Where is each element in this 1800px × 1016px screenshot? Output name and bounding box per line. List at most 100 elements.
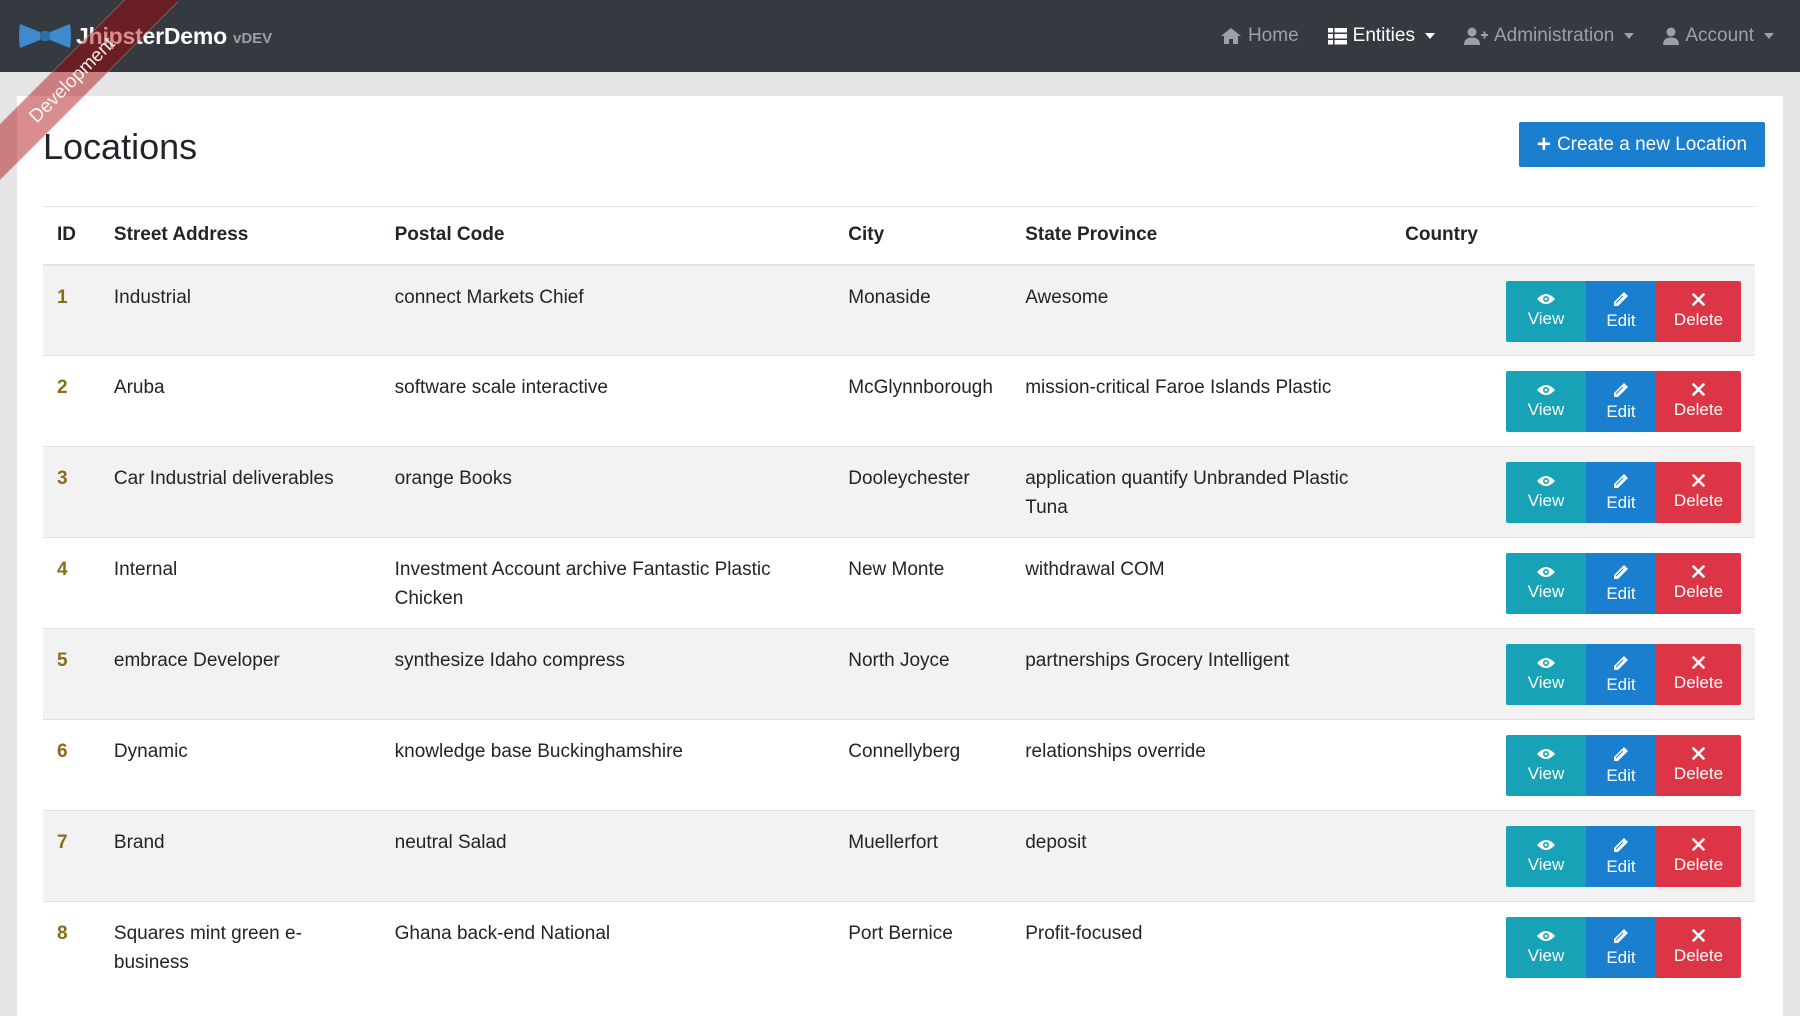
view-button-label: View — [1527, 399, 1565, 419]
nav-entities[interactable]: Entities — [1327, 25, 1435, 47]
cell-country — [1391, 628, 1492, 720]
location-id-link[interactable]: 3 — [43, 446, 100, 538]
action-button-group: View Edit Delete — [1506, 553, 1741, 614]
cell-postal-code: orange Books — [380, 446, 835, 538]
pencil-icon — [1614, 746, 1628, 761]
edit-button[interactable]: Edit — [1586, 462, 1656, 523]
cell-state-province: Profit-focused — [1011, 901, 1392, 993]
cell-city: New Monte — [834, 537, 1012, 629]
edit-button[interactable]: Edit — [1586, 644, 1656, 705]
header-id[interactable]: ID — [43, 206, 100, 266]
edit-button[interactable]: Edit — [1586, 371, 1656, 432]
cell-postal-code: synthesize Idaho compress — [380, 628, 835, 720]
delete-button[interactable]: Delete — [1656, 462, 1741, 523]
cell-actions: View Edit Delete — [1492, 537, 1755, 629]
chevron-down-icon — [1624, 33, 1635, 39]
pencil-icon — [1614, 928, 1628, 943]
cell-street-address: embrace Developer — [99, 628, 381, 720]
view-button[interactable]: View — [1506, 280, 1586, 342]
chevron-down-icon — [1424, 33, 1435, 39]
view-button[interactable]: View — [1506, 826, 1586, 887]
nav-account-label: Account — [1685, 25, 1754, 46]
location-id-link[interactable]: 8 — [43, 901, 100, 993]
header-country[interactable]: Country — [1391, 206, 1492, 266]
edit-button[interactable]: Edit — [1586, 826, 1656, 887]
view-button[interactable]: View — [1506, 735, 1586, 796]
delete-button[interactable]: Delete — [1656, 280, 1741, 342]
delete-button[interactable]: Delete — [1656, 644, 1741, 705]
view-button[interactable]: View — [1506, 553, 1586, 614]
view-button[interactable]: View — [1506, 371, 1586, 432]
view-button[interactable]: View — [1506, 462, 1586, 523]
action-button-group: View Edit Delete — [1506, 917, 1741, 978]
edit-button[interactable]: Edit — [1586, 735, 1656, 796]
header-city[interactable]: City — [834, 206, 1012, 266]
view-button-label: View — [1527, 309, 1565, 328]
eye-icon — [1537, 657, 1555, 668]
cell-city: Dooleychester — [834, 446, 1012, 538]
location-id-link[interactable]: 4 — [43, 537, 100, 629]
delete-button[interactable]: Delete — [1656, 735, 1741, 796]
times-icon — [1692, 747, 1705, 760]
location-id-link[interactable]: 7 — [43, 810, 100, 902]
view-button-label: View — [1527, 763, 1565, 783]
header-postal-code[interactable]: Postal Code — [380, 206, 835, 266]
locations-table: ID Street Address Postal Code City State… — [43, 206, 1755, 993]
delete-button[interactable]: Delete — [1656, 917, 1741, 978]
create-location-button[interactable]: + Create a new Location — [1519, 122, 1765, 167]
action-button-group: View Edit Delete — [1506, 371, 1741, 432]
main-nav: Home Entities Administration Account — [1191, 0, 1774, 72]
home-icon — [1220, 28, 1241, 44]
table-row: 7 Brand neutral Salad Muellerfort deposi… — [43, 810, 1755, 902]
edit-button-label: Edit — [1606, 856, 1636, 876]
table-row: 3 Car Industrial deliverables orange Boo… — [43, 446, 1755, 538]
cell-street-address: Squares mint green e-business — [99, 901, 381, 993]
view-button[interactable]: View — [1506, 917, 1586, 978]
header-street-address[interactable]: Street Address — [99, 206, 381, 266]
nav-home-label: Home — [1247, 25, 1299, 46]
pencil-icon — [1614, 292, 1628, 306]
edit-button[interactable]: Edit — [1586, 553, 1656, 614]
delete-button[interactable]: Delete — [1656, 826, 1741, 887]
cell-actions: View Edit Delete — [1492, 719, 1755, 811]
bowtie-logo-icon — [19, 24, 71, 48]
cell-postal-code: Ghana back-end National — [380, 901, 835, 993]
delete-button[interactable]: Delete — [1656, 553, 1741, 614]
nav-entities-label: Entities — [1352, 25, 1415, 46]
times-icon — [1692, 383, 1705, 396]
plus-icon: + — [1536, 130, 1551, 158]
cell-state-province: deposit — [1011, 810, 1392, 902]
view-button[interactable]: View — [1506, 644, 1586, 705]
times-icon — [1692, 565, 1705, 578]
eye-icon — [1537, 930, 1555, 941]
location-id-link[interactable]: 6 — [43, 719, 100, 811]
eye-icon — [1537, 748, 1555, 759]
edit-button[interactable]: Edit — [1586, 280, 1656, 342]
delete-button[interactable]: Delete — [1656, 371, 1741, 432]
times-icon — [1692, 474, 1705, 487]
nav-account[interactable]: Account — [1663, 25, 1774, 47]
cell-actions: View Edit Delete — [1492, 355, 1755, 447]
view-button-label: View — [1527, 945, 1565, 965]
cell-actions: View Edit Delete — [1492, 264, 1755, 356]
brand-link[interactable]: JhipsterDemo vDEV — [18, 18, 272, 54]
view-button-label: View — [1527, 490, 1565, 510]
cell-street-address: Aruba — [99, 355, 381, 447]
nav-home[interactable]: Home — [1220, 25, 1299, 47]
cell-state-province: partnerships Grocery Intelligent — [1011, 628, 1392, 720]
location-id-link[interactable]: 5 — [43, 628, 100, 720]
table-row: 6 Dynamic knowledge base Buckinghamshire… — [43, 719, 1755, 811]
nav-administration[interactable]: Administration — [1463, 25, 1635, 47]
header-state-province[interactable]: State Province — [1011, 206, 1392, 266]
edit-button-label: Edit — [1606, 674, 1636, 694]
edit-button-label: Edit — [1606, 583, 1636, 603]
cell-city: Connellyberg — [834, 719, 1012, 811]
edit-button[interactable]: Edit — [1586, 917, 1656, 978]
cell-country — [1391, 810, 1492, 902]
table-row: 8 Squares mint green e-business Ghana ba… — [43, 901, 1755, 993]
location-id-link[interactable]: 1 — [43, 264, 100, 356]
pencil-icon — [1614, 564, 1628, 579]
eye-icon — [1537, 294, 1555, 304]
view-button-label: View — [1527, 581, 1565, 601]
location-id-link[interactable]: 2 — [43, 355, 100, 447]
